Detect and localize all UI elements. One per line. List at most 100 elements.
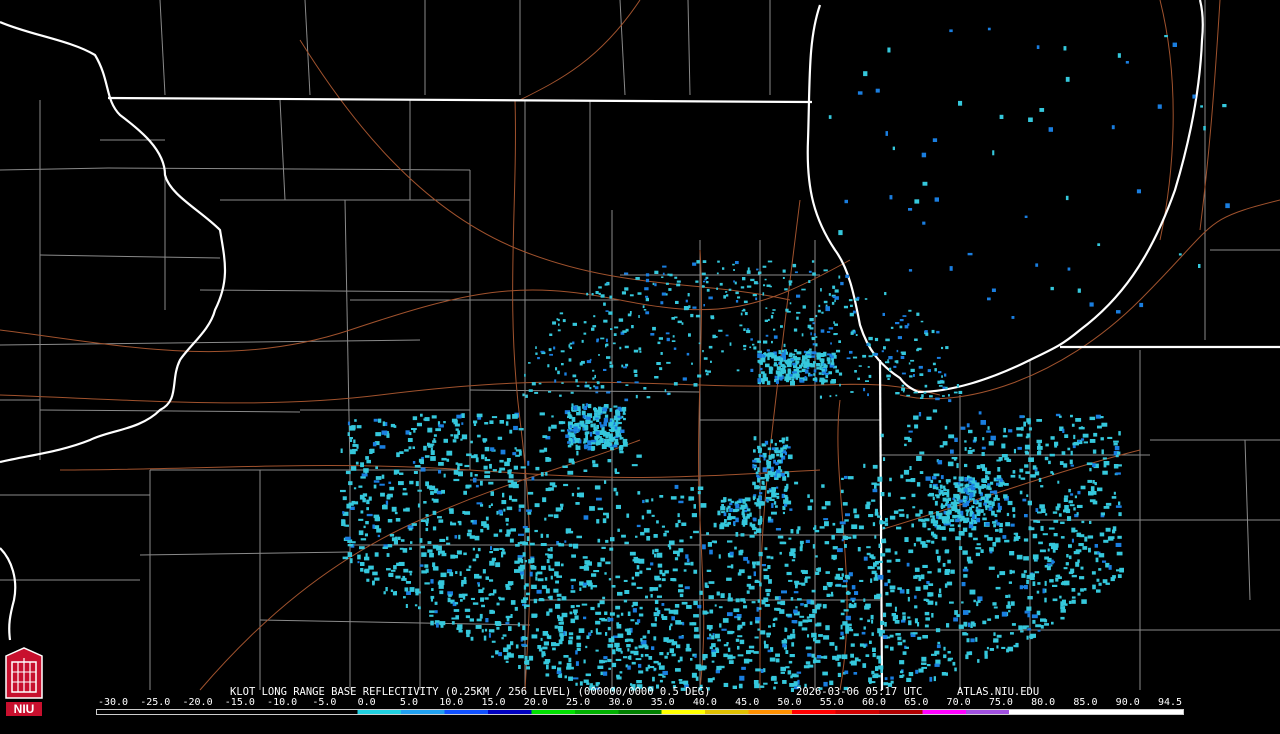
echo-pixel xyxy=(1058,513,1062,517)
echo-pixel xyxy=(937,555,941,561)
echo-pixel xyxy=(778,350,782,354)
echo-pixel xyxy=(524,656,528,660)
echo-pixel xyxy=(499,597,505,601)
echo-pixel xyxy=(969,447,972,450)
echo-pixel xyxy=(635,394,638,399)
echo-pixel xyxy=(485,516,489,521)
echo-pixel xyxy=(885,602,892,607)
echo-pixel xyxy=(575,379,578,383)
scale-label: 65.0 xyxy=(904,697,929,708)
echo-pixel xyxy=(771,340,773,344)
echo-pixel xyxy=(843,305,848,309)
echo-pixel xyxy=(360,568,364,572)
echo-pixel xyxy=(715,633,720,639)
echo-pixel xyxy=(495,562,501,568)
echo-pixel xyxy=(671,616,675,621)
echo-pixel xyxy=(557,598,561,601)
scale-label: -10.0 xyxy=(267,697,298,708)
echo-pixel xyxy=(622,330,627,333)
echo-pixel xyxy=(1013,448,1016,454)
echo-pixel xyxy=(813,369,817,373)
echo-pixel xyxy=(561,612,568,618)
echo-pixel xyxy=(583,469,588,472)
echo-pixel xyxy=(703,357,708,360)
echo-pixel xyxy=(522,552,526,557)
echo-pixel xyxy=(686,605,692,609)
echo-pixel xyxy=(996,522,1000,526)
echo-pixel xyxy=(615,658,622,661)
echo-pixel xyxy=(1045,513,1048,516)
echo-pixel xyxy=(484,475,490,479)
echo-pixel xyxy=(929,484,932,488)
echo-pixel xyxy=(625,384,629,386)
echo-pixel xyxy=(530,565,537,570)
echo-pixel xyxy=(658,665,665,670)
echo-pixel xyxy=(780,357,784,362)
echo-pixel xyxy=(823,518,829,521)
echo-pixel xyxy=(571,492,575,497)
echo-pixel xyxy=(837,662,841,667)
echo-pixel xyxy=(484,446,490,452)
echo-pixel xyxy=(360,462,364,468)
scale-label: 45.0 xyxy=(735,697,760,708)
echo-pixel xyxy=(1086,462,1093,466)
echo-pixel xyxy=(721,504,724,507)
echo-pixel xyxy=(771,447,776,451)
echo-pixel xyxy=(651,646,655,650)
echo-pixel xyxy=(581,339,584,343)
echo-pixel xyxy=(1077,440,1081,443)
scale-label: -25.0 xyxy=(140,697,171,708)
echo-pixel xyxy=(868,514,874,518)
echo-pixel xyxy=(764,644,769,649)
echo-pixel xyxy=(782,643,787,648)
echo-pixel xyxy=(583,515,589,520)
echo-pixel xyxy=(988,500,992,506)
echo-pixel xyxy=(941,516,948,521)
echo-pixel xyxy=(924,624,929,628)
echo-pixel xyxy=(739,549,744,554)
echo-pixel xyxy=(709,549,713,555)
echo-pixel xyxy=(965,633,969,636)
echo-pixel xyxy=(646,536,651,541)
echo-pixel xyxy=(524,373,526,377)
color-scale-labels: -30.0 -25.0 -20.0 -15.0 -10.0 -5.0 0.0 5.0 10.0 1… xyxy=(0,698,1280,708)
echo-pixel xyxy=(834,645,838,651)
echo-pixel xyxy=(859,643,864,647)
echo-pixel xyxy=(556,593,562,597)
echo-pixel xyxy=(959,476,964,481)
echo-pixel xyxy=(1116,310,1121,314)
echo-pixel xyxy=(555,367,558,371)
echo-pixel xyxy=(730,564,734,569)
echo-pixel xyxy=(863,387,866,392)
echo-pixel xyxy=(631,661,636,665)
echo-pixel xyxy=(1044,623,1049,626)
echo-pixel xyxy=(1052,584,1058,587)
echo-pixel xyxy=(810,332,812,336)
echo-pixel xyxy=(667,273,670,276)
echo-pixel xyxy=(673,550,679,554)
echo-pixel xyxy=(468,565,472,569)
echo-pixel xyxy=(925,332,929,336)
echo-pixel xyxy=(845,615,851,621)
echo-pixel xyxy=(600,557,605,562)
echo-pixel xyxy=(472,558,477,562)
echo-pixel xyxy=(581,603,588,606)
echo-pixel xyxy=(1039,504,1045,509)
echo-pixel xyxy=(671,317,675,320)
echo-pixel xyxy=(1070,464,1074,467)
echo-pixel xyxy=(976,513,981,516)
echo-pixel xyxy=(853,508,857,514)
echo-pixel xyxy=(654,575,660,580)
echo-pixel xyxy=(1164,35,1168,38)
echo-pixel xyxy=(506,458,511,462)
echo-pixel xyxy=(938,385,943,387)
echo-pixel xyxy=(661,525,665,528)
echo-pixel xyxy=(408,527,413,531)
echo-pixel xyxy=(838,577,843,580)
echo-pixel xyxy=(845,513,850,517)
echo-pixel xyxy=(372,524,375,529)
echo-pixel xyxy=(599,421,602,425)
echo-pixel xyxy=(686,643,690,649)
echo-pixel xyxy=(793,328,798,332)
echo-pixel xyxy=(609,437,614,442)
